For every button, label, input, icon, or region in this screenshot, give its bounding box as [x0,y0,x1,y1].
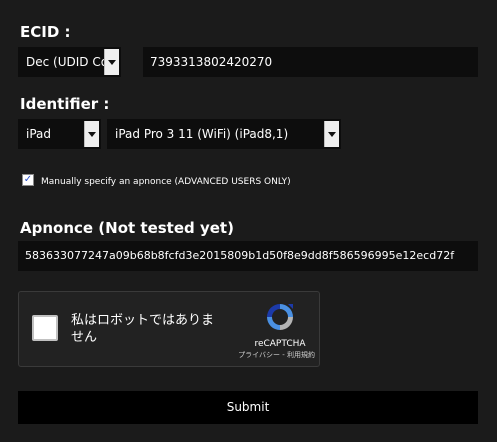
apnonce-checkbox[interactable]: ✓ [22,174,34,186]
device-model-selected: iPad Pro 3 11 (WiFi) (iPad8,1) [115,127,289,141]
chevron-down-icon[interactable] [84,121,99,147]
chevron-down-icon[interactable] [104,49,119,75]
recaptcha-logo-icon [267,304,293,330]
ecid-format-select[interactable]: Dec (UDID Compatible) [18,47,121,77]
apnonce-input[interactable]: 583633077247a09b68b8fcfd3e2015809b1d50f8… [18,241,478,271]
device-type-select[interactable]: iPad [18,119,101,149]
ecid-format-selected: Dec (UDID Compatible) [26,55,104,69]
recaptcha-privacy-links[interactable]: プライバシー - 利用規約 [215,351,315,360]
recaptcha-label: 私はロボットではありません [71,313,215,345]
checkmark-icon: ✓ [23,174,33,185]
identifier-heading: Identifier : [20,95,110,113]
apnonce-heading: Apnonce (Not tested yet) [20,219,234,237]
apnonce-checkbox-label: Manually specify an apnonce (ADVANCED US… [41,177,291,187]
ecid-heading: ECID : [20,23,71,41]
recaptcha-widget: 私はロボットではありません reCAPTCHA プライバシー - 利用規約 [18,291,320,367]
recaptcha-brand: reCAPTCHA [254,339,306,349]
device-type-selected: iPad [26,127,52,141]
device-model-select[interactable]: iPad Pro 3 11 (WiFi) (iPad8,1) [107,119,341,149]
submit-button[interactable]: Submit [18,391,478,424]
chevron-down-icon[interactable] [324,121,339,147]
recaptcha-checkbox[interactable] [32,315,58,341]
ecid-input[interactable]: 7393313802420270 [143,47,478,77]
